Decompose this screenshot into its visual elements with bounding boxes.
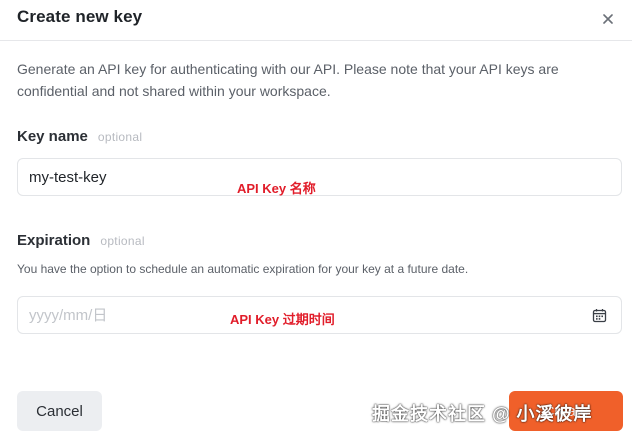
close-icon [603,14,613,24]
cancel-button[interactable]: Cancel [17,391,102,431]
key-name-input[interactable] [18,159,621,195]
dialog-title: Create new key [17,7,143,26]
key-name-label-row: Key name optional [17,128,142,145]
create-button[interactable]: Create [509,391,623,431]
expiration-annotation: API Key 过期时间 [230,312,335,327]
expiration-label-row: Expiration optional [17,232,145,249]
dialog-header: Create new key [0,0,632,41]
dialog-description: Generate an API key for authenticating w… [17,61,559,99]
key-name-optional-tag: optional [97,130,143,144]
close-button[interactable] [598,9,618,29]
key-name-label: Key name [17,128,88,145]
expiration-optional-tag: optional [100,234,145,248]
key-name-annotation: API Key 名称 [237,181,316,196]
expiration-label: Expiration [17,232,91,249]
expiration-hint: You have the option to schedule an autom… [17,262,469,276]
calendar-icon[interactable] [592,308,607,323]
key-name-field[interactable] [17,158,622,196]
create-key-dialog: Create new key Generate an API key for a… [0,0,632,442]
